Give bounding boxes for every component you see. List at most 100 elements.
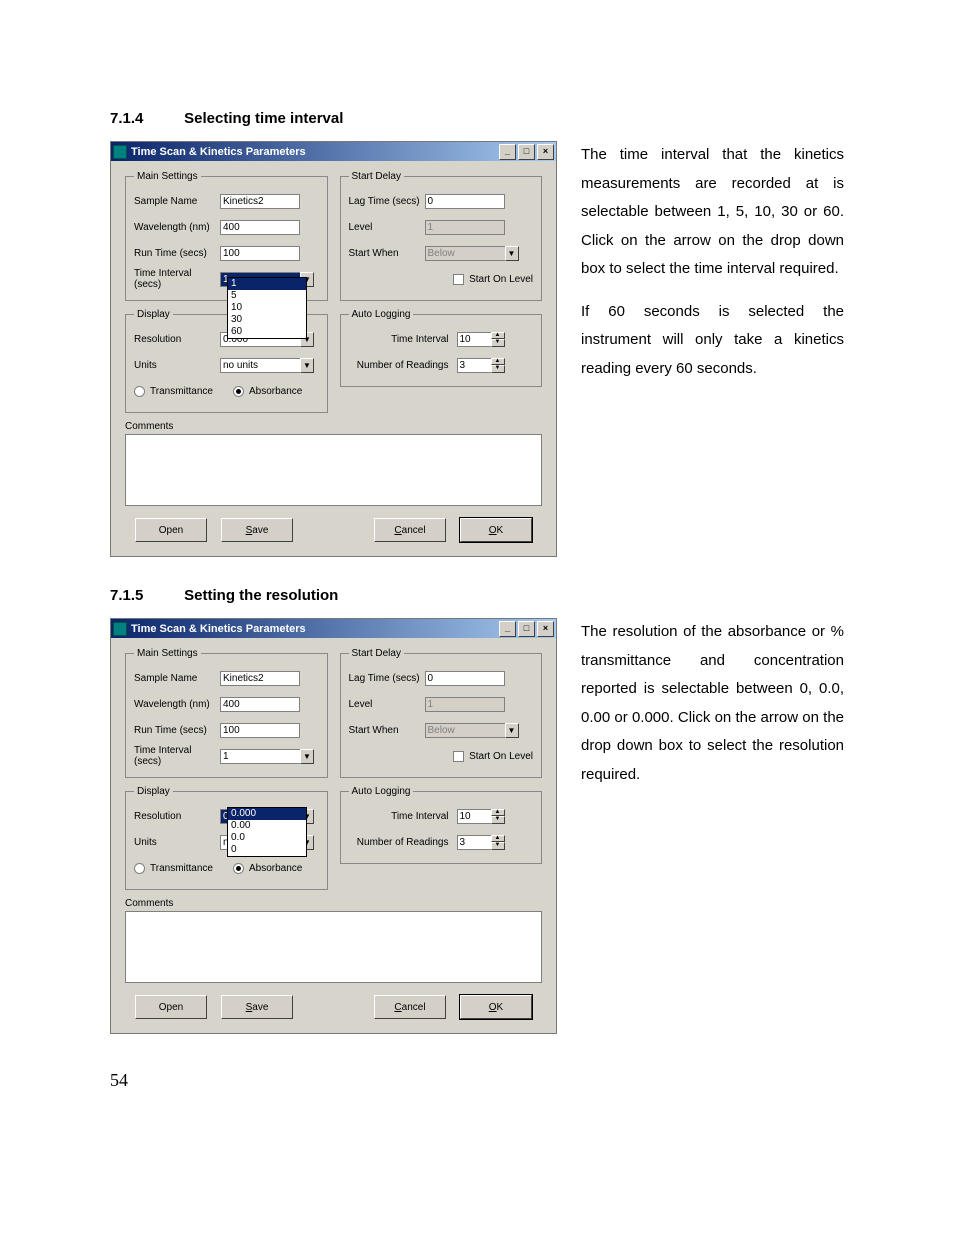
auto-logging-group: Auto Logging Time Interval 10 ▲▼ Number … <box>340 786 543 864</box>
auto-logging-legend: Auto Logging <box>349 786 414 797</box>
spin-down-icon[interactable]: ▼ <box>491 365 505 373</box>
minimize-icon[interactable]: _ <box>499 621 516 637</box>
section-number: 7.1.4 <box>110 110 180 127</box>
absorbance-label: Absorbance <box>249 386 302 397</box>
wavelength-label: Wavelength (nm) <box>134 699 220 710</box>
comments-input[interactable] <box>125 434 542 506</box>
start-when-dropdown: Below ▼ <box>425 246 519 261</box>
section-heading: 7.1.5 Setting the resolution <box>110 587 844 604</box>
option-60[interactable]: 60 <box>228 326 306 338</box>
option-10[interactable]: 10 <box>228 302 306 314</box>
titlebar: Time Scan & Kinetics Parameters _ □ × <box>111 142 556 161</box>
level-label: Level <box>349 222 425 233</box>
wavelength-input[interactable]: 400 <box>220 697 300 712</box>
spin-up-icon[interactable]: ▲ <box>491 809 505 817</box>
start-when-dropdown: Below ▼ <box>425 723 519 738</box>
cancel-button[interactable]: Cancel <box>374 518 446 542</box>
log-interval-input[interactable]: 10 ▲▼ <box>457 809 505 824</box>
sample-name-input[interactable]: Kinetics2 <box>220 671 300 686</box>
save-button[interactable]: Save <box>221 995 293 1019</box>
runtime-label: Run Time (secs) <box>134 248 220 259</box>
spin-down-icon[interactable]: ▼ <box>491 816 505 824</box>
transmittance-radio[interactable] <box>134 386 145 397</box>
option-00[interactable]: 0.0 <box>228 832 306 844</box>
start-when-label: Start When <box>349 725 425 736</box>
start-when-value: Below <box>425 723 505 738</box>
dialog-window: Time Scan & Kinetics Parameters _ □ × Ma… <box>110 618 557 1034</box>
time-interval-dropdown[interactable]: 1 ▼ <box>220 749 314 764</box>
start-on-level-label: Start On Level <box>469 274 533 285</box>
start-when-value: Below <box>425 246 505 261</box>
section-title: Selecting time interval <box>184 110 343 127</box>
spin-down-icon[interactable]: ▼ <box>491 339 505 347</box>
ok-button[interactable]: OK <box>460 518 532 542</box>
maximize-icon[interactable]: □ <box>518 621 535 637</box>
num-readings-input[interactable]: 3 ▲▼ <box>457 358 505 373</box>
time-interval-label: Time Interval (secs) <box>134 268 220 290</box>
option-000[interactable]: 0.00 <box>228 820 306 832</box>
minimize-icon[interactable]: _ <box>499 144 516 160</box>
chevron-down-icon[interactable]: ▼ <box>300 358 314 373</box>
option-30[interactable]: 30 <box>228 314 306 326</box>
comments-label: Comments <box>125 898 542 909</box>
maximize-icon[interactable]: □ <box>518 144 535 160</box>
runtime-label: Run Time (secs) <box>134 725 220 736</box>
start-on-level-checkbox[interactable] <box>453 274 464 285</box>
auto-logging-legend: Auto Logging <box>349 309 414 320</box>
option-5[interactable]: 5 <box>228 290 306 302</box>
close-icon[interactable]: × <box>537 621 554 637</box>
display-legend: Display <box>134 786 173 797</box>
log-interval-label: Time Interval <box>349 334 457 345</box>
chevron-down-icon[interactable]: ▼ <box>300 749 314 764</box>
num-readings-input[interactable]: 3 ▲▼ <box>457 835 505 850</box>
lag-time-input[interactable]: 0 <box>425 194 505 209</box>
transmittance-label: Transmittance <box>150 386 213 397</box>
num-readings-label: Number of Readings <box>349 360 457 371</box>
spin-up-icon[interactable]: ▲ <box>491 358 505 366</box>
comments-input[interactable] <box>125 911 542 983</box>
absorbance-radio[interactable] <box>233 386 244 397</box>
start-when-label: Start When <box>349 248 425 259</box>
absorbance-label: Absorbance <box>249 863 302 874</box>
save-button[interactable]: Save <box>221 518 293 542</box>
time-interval-label: Time Interval (secs) <box>134 745 220 767</box>
time-interval-options[interactable]: 1 5 10 30 60 <box>227 277 307 339</box>
body-paragraph: The time interval that the kinetics meas… <box>581 141 844 284</box>
option-1[interactable]: 1 <box>228 278 306 290</box>
sample-name-label: Sample Name <box>134 196 220 207</box>
wavelength-input[interactable]: 400 <box>220 220 300 235</box>
spin-up-icon[interactable]: ▲ <box>491 835 505 843</box>
spin-up-icon[interactable]: ▲ <box>491 332 505 340</box>
chevron-down-icon: ▼ <box>505 246 519 261</box>
cancel-button[interactable]: Cancel <box>374 995 446 1019</box>
chevron-down-icon: ▼ <box>505 723 519 738</box>
open-button[interactable]: Open <box>135 518 207 542</box>
page-number: 54 <box>110 1070 844 1091</box>
transmittance-radio[interactable] <box>134 863 145 874</box>
sample-name-input[interactable]: Kinetics2 <box>220 194 300 209</box>
window-title: Time Scan & Kinetics Parameters <box>131 623 306 635</box>
runtime-input[interactable]: 100 <box>220 723 300 738</box>
open-button[interactable]: Open <box>135 995 207 1019</box>
units-dropdown[interactable]: no units ▼ <box>220 358 314 373</box>
lag-time-label: Lag Time (secs) <box>349 673 425 684</box>
resolution-options[interactable]: 0.000 0.00 0.0 0 <box>227 807 307 857</box>
level-input: 1 <box>425 697 505 712</box>
start-on-level-label: Start On Level <box>469 751 533 762</box>
option-0000[interactable]: 0.000 <box>228 808 306 820</box>
close-icon[interactable]: × <box>537 144 554 160</box>
option-0[interactable]: 0 <box>228 844 306 856</box>
lag-time-input[interactable]: 0 <box>425 671 505 686</box>
absorbance-radio[interactable] <box>233 863 244 874</box>
runtime-input[interactable]: 100 <box>220 246 300 261</box>
spin-down-icon[interactable]: ▼ <box>491 842 505 850</box>
lag-time-label: Lag Time (secs) <box>349 196 425 207</box>
log-interval-input[interactable]: 10 ▲▼ <box>457 332 505 347</box>
ok-button[interactable]: OK <box>460 995 532 1019</box>
comments-label: Comments <box>125 421 542 432</box>
start-delay-group: Start Delay Lag Time (secs) 0 Level 1 St… <box>340 171 543 301</box>
level-input: 1 <box>425 220 505 235</box>
section-number: 7.1.5 <box>110 587 180 604</box>
start-on-level-checkbox[interactable] <box>453 751 464 762</box>
main-settings-group: Main Settings Sample Name Kinetics2 Wave… <box>125 648 328 778</box>
